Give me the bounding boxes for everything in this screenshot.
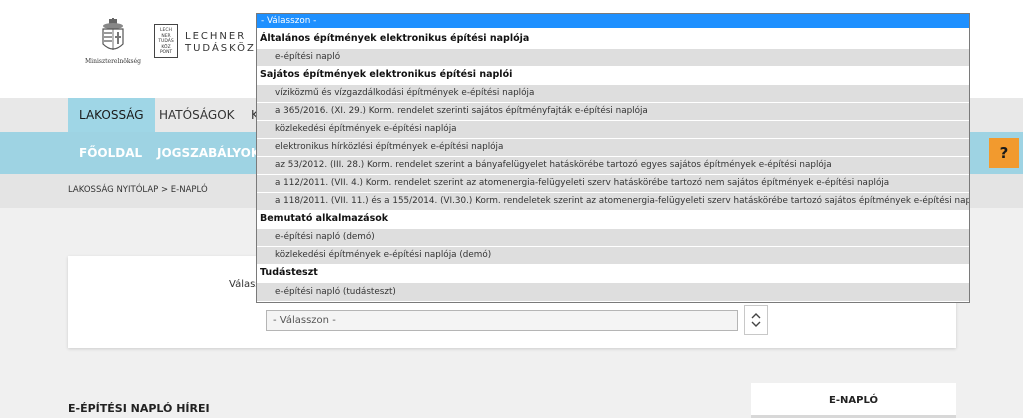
ministry-logo-text: Miniszterelnökség [85, 58, 141, 65]
dropdown-option[interactable]: víziközmű és vízgazdálkodási építmények … [257, 85, 969, 102]
lechner-logo-box: LECH NER TUDÁS KÖZ PONT [154, 24, 178, 58]
dropdown-option[interactable]: a 365/2016. (XI. 29.) Korm. rendelet sze… [257, 103, 969, 120]
help-button[interactable]: ? [989, 138, 1019, 168]
dropdown-option[interactable]: elektronikus hírközlési építmények e-épí… [257, 139, 969, 156]
enaplo-side-box-title: E-NAPLÓ [829, 395, 878, 406]
diary-type-select[interactable]: - Válasszon - [266, 310, 738, 331]
dropdown-option[interactable]: közlekedési építmények e-építési naplója [257, 121, 969, 138]
lechner-logo[interactable]: LECH NER TUDÁS KÖZ PONT LECHNER TUDÁSKÖZ… [154, 24, 264, 62]
page: Miniszterelnökség LECH NER TUDÁS KÖZ PON… [0, 0, 1023, 418]
dropdown-option[interactable]: e-építési napló (demó) [257, 229, 969, 246]
hungarian-crest-icon [102, 18, 124, 50]
lechner-logo-name: LECHNER TUDÁSKÖZP [185, 31, 264, 54]
enaplo-side-box[interactable]: E-NAPLÓ [751, 383, 956, 418]
chevron-up-down-icon [751, 313, 761, 327]
breadcrumb-text[interactable]: LAKOSSÁG NYITÓLAP > E-NAPLÓ [68, 185, 208, 195]
subnav-item-fooldal[interactable]: FŐOLDAL [79, 132, 142, 174]
dropdown-group-label: Sajátos építmények elektronikus építési … [257, 67, 969, 83]
dropdown-option[interactable]: az 53/2012. (III. 28.) Korm. rendelet sz… [257, 157, 969, 174]
dropdown-group-label: Tudásteszt [257, 265, 969, 281]
tab-lakossag[interactable]: LAKOSSÁG [68, 98, 155, 132]
dropdown-option[interactable]: a 112/2011. (VII. 4.) Korm. rendelet sze… [257, 175, 969, 192]
news-section-title: E-ÉPÍTÉSI NAPLÓ HÍREI [68, 402, 210, 415]
subnav-item-jogszabalyok[interactable]: JOGSZABÁLYOK [157, 132, 260, 174]
ministry-logo[interactable]: Miniszterelnökség [82, 18, 144, 70]
select-arrows[interactable] [744, 305, 768, 335]
dropdown-option[interactable]: közlekedési építmények e-építési naplója… [257, 247, 969, 264]
dropdown-list: - Válasszon - Általános építmények elekt… [256, 13, 970, 303]
dropdown-option[interactable]: e-építési napló [257, 49, 969, 66]
dropdown-group-label: Általános építmények elektronikus építés… [257, 31, 969, 47]
dropdown-group-label: Bemutató alkalmazások [257, 211, 969, 227]
dropdown-option-placeholder[interactable]: - Válasszon - [257, 14, 969, 28]
dropdown-option[interactable]: e-építési napló (tudásteszt) [257, 283, 969, 301]
tab-hatosagok[interactable]: HATÓSÁGOK [148, 98, 246, 132]
dropdown-option[interactable]: a 118/2011. (VII. 11.) és a 155/2014. (V… [257, 193, 969, 210]
